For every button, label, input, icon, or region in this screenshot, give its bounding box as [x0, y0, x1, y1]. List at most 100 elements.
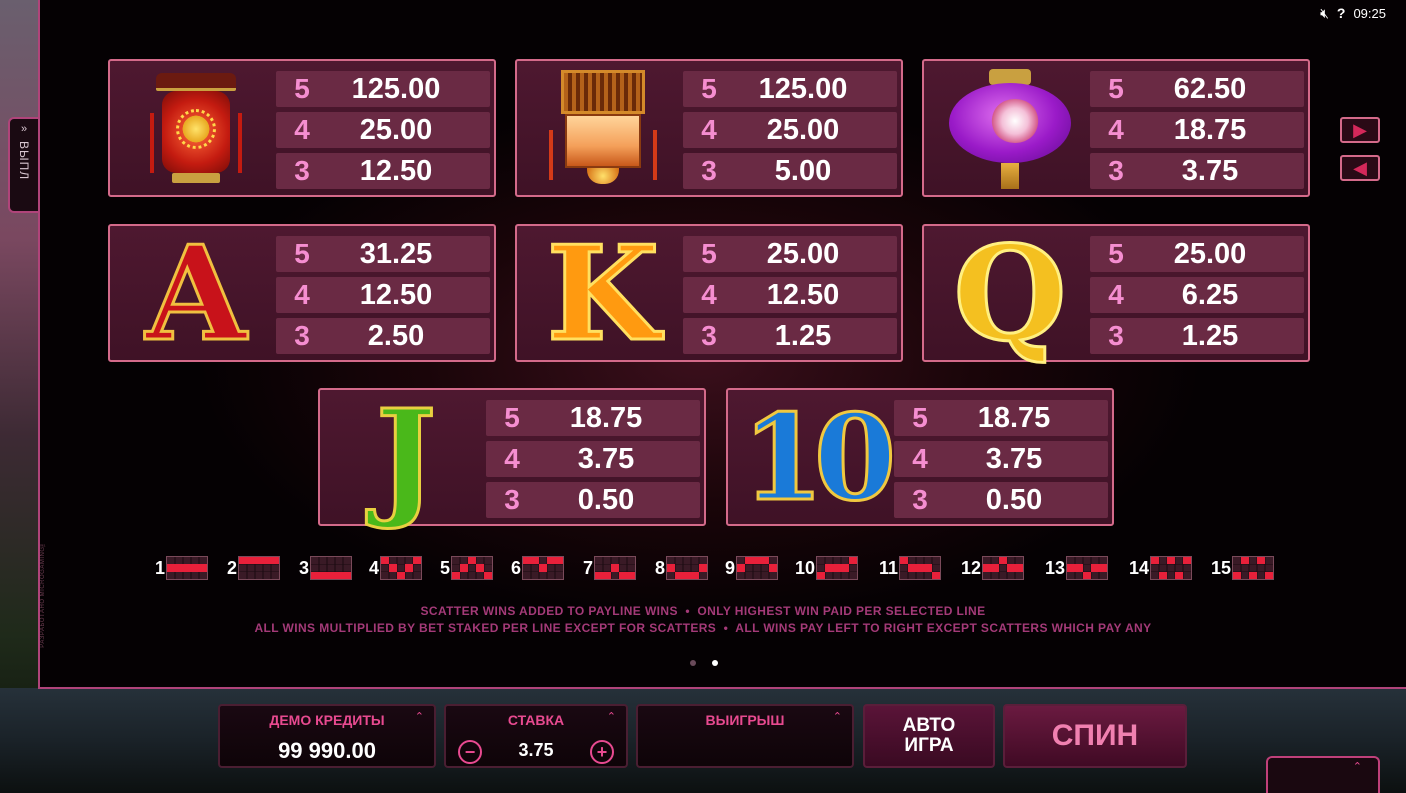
page-dot[interactable]	[690, 660, 696, 666]
payout-list: 5 25.00 4 12.50 3 1.25	[683, 236, 897, 359]
payline-item: 2	[227, 554, 281, 582]
chevron-up-icon[interactable]: ⌃	[607, 710, 616, 723]
payout-value: 1.25	[774, 319, 832, 352]
payout-value: 1.25	[1181, 319, 1239, 352]
page-dot-active[interactable]	[712, 660, 718, 666]
payout-row: 4 12.50	[683, 277, 897, 313]
payline-item: 6	[511, 554, 565, 582]
spin-button[interactable]: СПИН	[1003, 704, 1187, 768]
payout-value: 5.00	[774, 154, 832, 187]
paytable-side-tab[interactable]: » ВЫПЛ	[8, 117, 38, 213]
payline-grid-icon	[594, 556, 637, 580]
payline-item: 4	[369, 554, 423, 582]
payout-list: 5 18.75 4 3.75 3 0.50	[486, 400, 700, 523]
payout-row: 3 12.50	[276, 153, 490, 189]
game-screen: 🔇︎ ? 09:25 » ВЫПЛ РАЗРАБОТАНО MICROGAMIN…	[0, 0, 1406, 793]
payline-number: 11	[879, 557, 899, 578]
match-count: 4	[294, 114, 310, 145]
payout-value: 12.50	[359, 278, 433, 311]
bet-increase-button[interactable]: +	[590, 740, 614, 764]
payout-row: 4 3.75	[486, 441, 700, 477]
match-count: 5	[701, 238, 717, 269]
payout-value: 0.50	[577, 483, 635, 516]
page-indicator	[690, 660, 718, 666]
prev-page-button[interactable]: ◀	[1340, 155, 1380, 181]
payline-grid-icon	[166, 556, 209, 580]
play-left-icon: ◀	[1353, 157, 1367, 178]
payline-item: 15	[1211, 554, 1275, 582]
paytable-card-hex-lantern: 5 125.00 4 25.00 3 5.00	[515, 59, 903, 197]
payout-row: 3 1.25	[683, 318, 897, 354]
payline-number: 6	[511, 557, 522, 578]
payline-number: 3	[299, 557, 310, 578]
match-count: 4	[1108, 279, 1124, 310]
autoplay-button[interactable]: АВТО ИГРА	[863, 704, 995, 768]
match-count: 5	[504, 402, 520, 433]
paytable-card-j: J 5 18.75 4 3.75 3 0.50	[318, 388, 706, 526]
payout-row: 4 6.25	[1090, 277, 1304, 313]
payout-value: 25.00	[766, 237, 840, 270]
paytable-card-k: K 5 25.00 4 12.50 3 1.25	[515, 224, 903, 362]
match-count: 4	[294, 279, 310, 310]
payout-row: 3 0.50	[894, 482, 1108, 518]
credits-box[interactable]: ДЕМО КРЕДИТЫ ⌃ 99 990.00	[218, 704, 436, 768]
payline-number: 15	[1211, 557, 1232, 578]
payout-value: 12.50	[359, 154, 433, 187]
match-count: 4	[701, 279, 717, 310]
payline-grid-icon	[1150, 556, 1193, 580]
payout-row: 3 5.00	[683, 153, 897, 189]
payline-number: 8	[655, 557, 666, 578]
credits-label: ДЕМО КРЕДИТЫ	[269, 712, 385, 728]
payout-row: 3 3.75	[1090, 153, 1304, 189]
match-count: 5	[294, 73, 310, 104]
autoplay-label-line2: ИГРА	[904, 735, 954, 756]
clock: 09:25	[1353, 5, 1386, 21]
payline-grid-icon	[899, 556, 942, 580]
bottom-right-tab[interactable]: ⌃	[1266, 756, 1380, 793]
payline-number: 7	[583, 557, 594, 578]
payline-number: 13	[1045, 557, 1066, 578]
speaker-mute-icon[interactable]: 🔇︎	[1320, 5, 1329, 22]
payout-list: 5 31.25 4 12.50 3 2.50	[276, 236, 490, 359]
payout-row: 5 25.00	[683, 236, 897, 272]
payout-row: 3 2.50	[276, 318, 490, 354]
question-icon[interactable]: ?	[1337, 5, 1346, 21]
chevron-up-icon[interactable]: ⌃	[415, 710, 424, 723]
chevron-up-icon[interactable]: ⌃	[833, 710, 842, 723]
match-count: 3	[1108, 155, 1124, 186]
payline-grid-icon	[1066, 556, 1109, 580]
payline-grid-icon	[816, 556, 859, 580]
letter-k-icon: K	[545, 217, 661, 370]
payout-value: 12.50	[766, 278, 840, 311]
payline-grid-icon	[522, 556, 565, 580]
payout-value: 18.75	[569, 401, 643, 434]
payout-row: 4 25.00	[683, 112, 897, 148]
match-count: 3	[294, 320, 310, 351]
payout-value: 25.00	[359, 113, 433, 146]
paytable-card-q: Q 5 25.00 4 6.25 3 1.25	[922, 224, 1310, 362]
payline-number: 5	[440, 557, 451, 578]
payout-row: 5 18.75	[486, 400, 700, 436]
letter-a-icon: A	[144, 217, 248, 370]
rules-line-2: ALL WINS MULTIPLIED BY BET STAKED PER LI…	[254, 621, 1152, 635]
payout-row: 4 3.75	[894, 441, 1108, 477]
next-page-button[interactable]: ▶	[1340, 117, 1380, 143]
paytable-card-red-lantern: 5 125.00 4 25.00 3 12.50	[108, 59, 496, 197]
payout-row: 5 125.00	[276, 71, 490, 107]
payline-grid-icon	[380, 556, 423, 580]
match-count: 4	[912, 443, 928, 474]
payline-grid-icon	[451, 556, 494, 580]
payout-value: 18.75	[1173, 113, 1247, 146]
payout-value: 0.50	[985, 483, 1043, 516]
payout-value: 125.00	[758, 72, 848, 105]
payline-grid-icon	[310, 556, 353, 580]
payout-row: 5 62.50	[1090, 71, 1304, 107]
payline-item: 7	[583, 554, 637, 582]
payout-list: 5 25.00 4 6.25 3 1.25	[1090, 236, 1304, 359]
payline-number: 2	[227, 557, 238, 578]
match-count: 3	[701, 155, 717, 186]
payline-item: 14	[1129, 554, 1193, 582]
match-count: 4	[701, 114, 717, 145]
purple-lantern-icon	[932, 67, 1088, 191]
bet-box: СТАВКА ⌃ − 3.75 +	[444, 704, 628, 768]
